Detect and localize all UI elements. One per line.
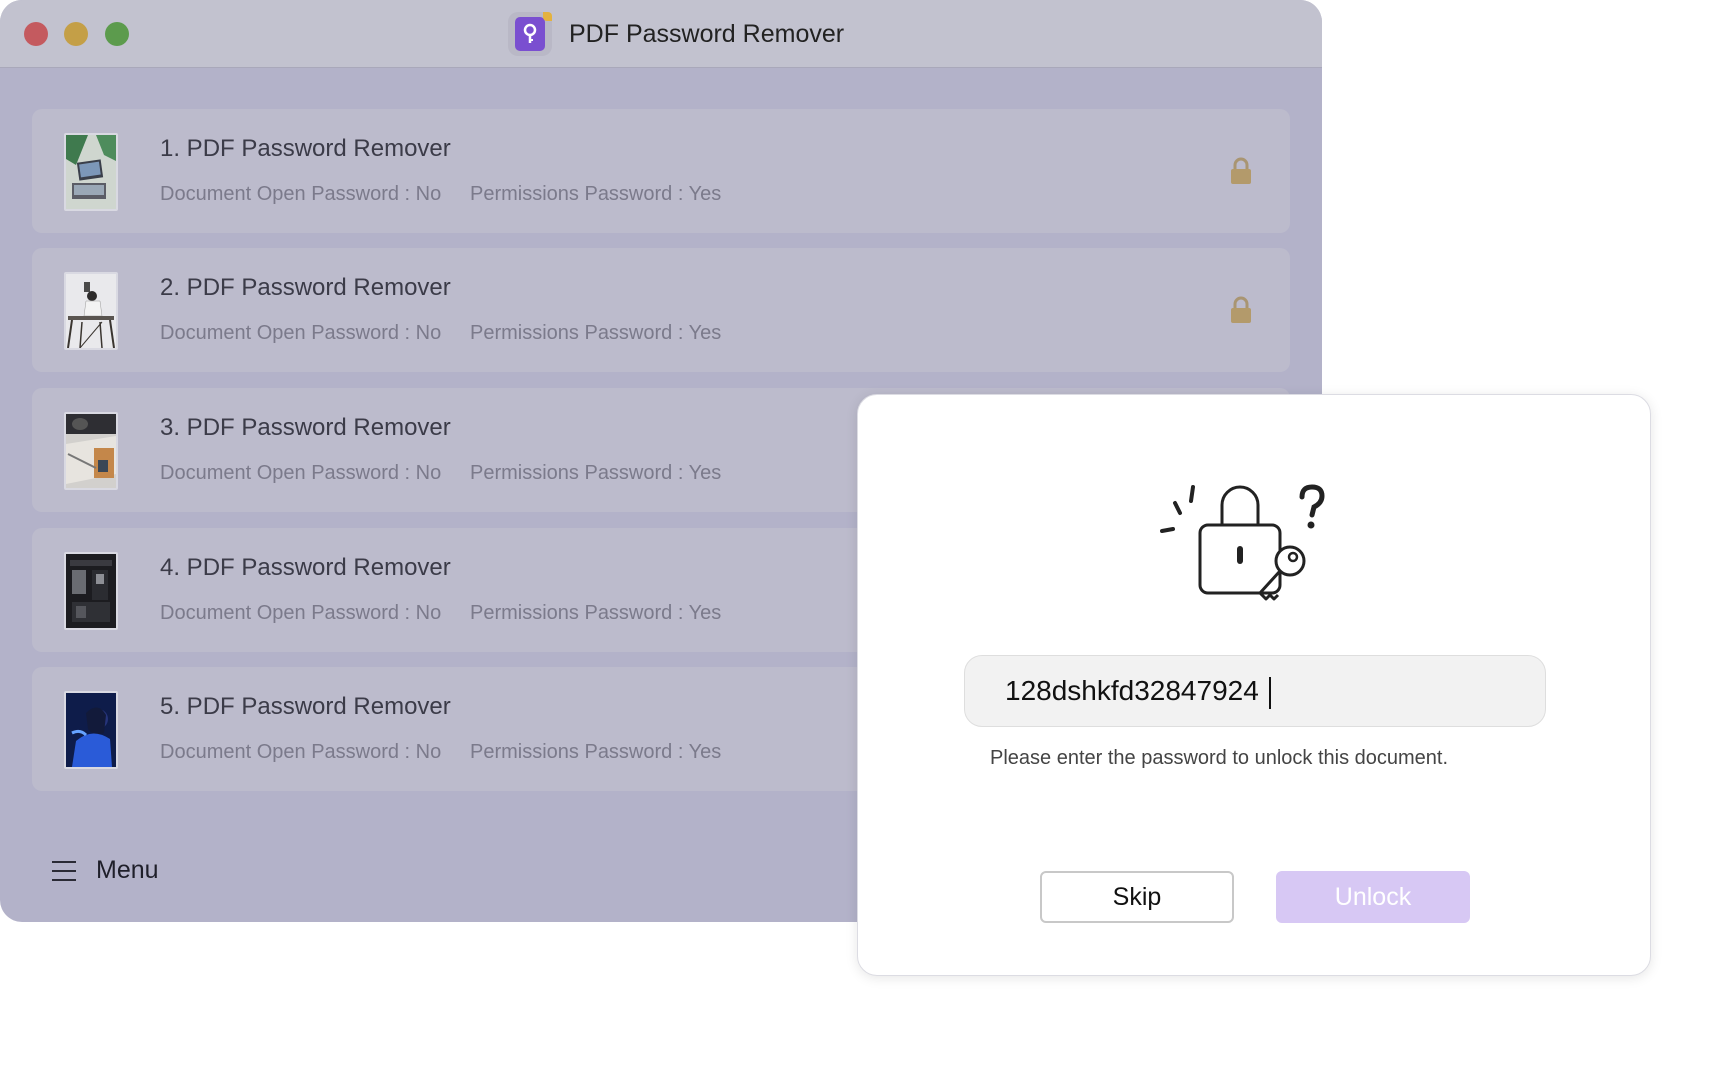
- minimize-window-button[interactable]: [64, 22, 88, 46]
- open-password-status: Document Open Password : No: [160, 741, 442, 763]
- document-thumbnail: [64, 272, 118, 350]
- password-input[interactable]: 128dshkfd32847924: [964, 655, 1546, 727]
- key-document-icon: [508, 12, 552, 56]
- file-row[interactable]: 1. PDF Password Remover Document Open Pa…: [32, 109, 1290, 233]
- permissions-password-status: Permissions Password : Yes: [470, 462, 722, 484]
- file-name: 2. PDF Password Remover: [160, 274, 451, 301]
- permissions-password-status: Permissions Password : Yes: [470, 602, 722, 624]
- password-hint: Please enter the password to unlock this…: [990, 747, 1449, 769]
- lock-key-question-icon: [1160, 484, 1325, 601]
- file-name: 5. PDF Password Remover: [160, 693, 451, 720]
- document-thumbnail: [64, 691, 118, 769]
- file-row[interactable]: 2. PDF Password Remover Document Open Pa…: [32, 248, 1290, 372]
- permissions-password-status: Permissions Password : Yes: [470, 322, 722, 344]
- document-thumbnail: [64, 552, 118, 630]
- lock-icon: [1231, 157, 1251, 184]
- document-thumbnail: [64, 133, 118, 211]
- title-bar: PDF Password Remover: [0, 0, 1322, 68]
- menu-button[interactable]: Menu: [52, 856, 159, 885]
- password-value: 128dshkfd32847924: [1005, 675, 1259, 706]
- file-name: 4. PDF Password Remover: [160, 554, 451, 581]
- open-password-status: Document Open Password : No: [160, 602, 442, 624]
- menu-label: Menu: [96, 856, 159, 884]
- open-password-status: Document Open Password : No: [160, 462, 442, 484]
- text-caret: [1268, 676, 1271, 709]
- file-name: 1. PDF Password Remover: [160, 135, 451, 162]
- unlock-button[interactable]: Unlock: [1276, 871, 1470, 923]
- file-name: 3. PDF Password Remover: [160, 414, 451, 441]
- password-dialog: 128dshkfd32847924 Please enter the passw…: [857, 394, 1651, 976]
- zoom-window-button[interactable]: [105, 22, 129, 46]
- open-password-status: Document Open Password : No: [160, 322, 442, 344]
- document-thumbnail: [64, 412, 118, 490]
- permissions-password-status: Permissions Password : Yes: [470, 183, 722, 205]
- open-password-status: Document Open Password : No: [160, 183, 442, 205]
- window-title: PDF Password Remover: [569, 20, 845, 48]
- close-window-button[interactable]: [24, 22, 48, 46]
- permissions-password-status: Permissions Password : Yes: [470, 741, 722, 763]
- hamburger-icon: [52, 860, 76, 881]
- skip-button[interactable]: Skip: [1040, 871, 1234, 923]
- lock-icon: [1231, 296, 1251, 323]
